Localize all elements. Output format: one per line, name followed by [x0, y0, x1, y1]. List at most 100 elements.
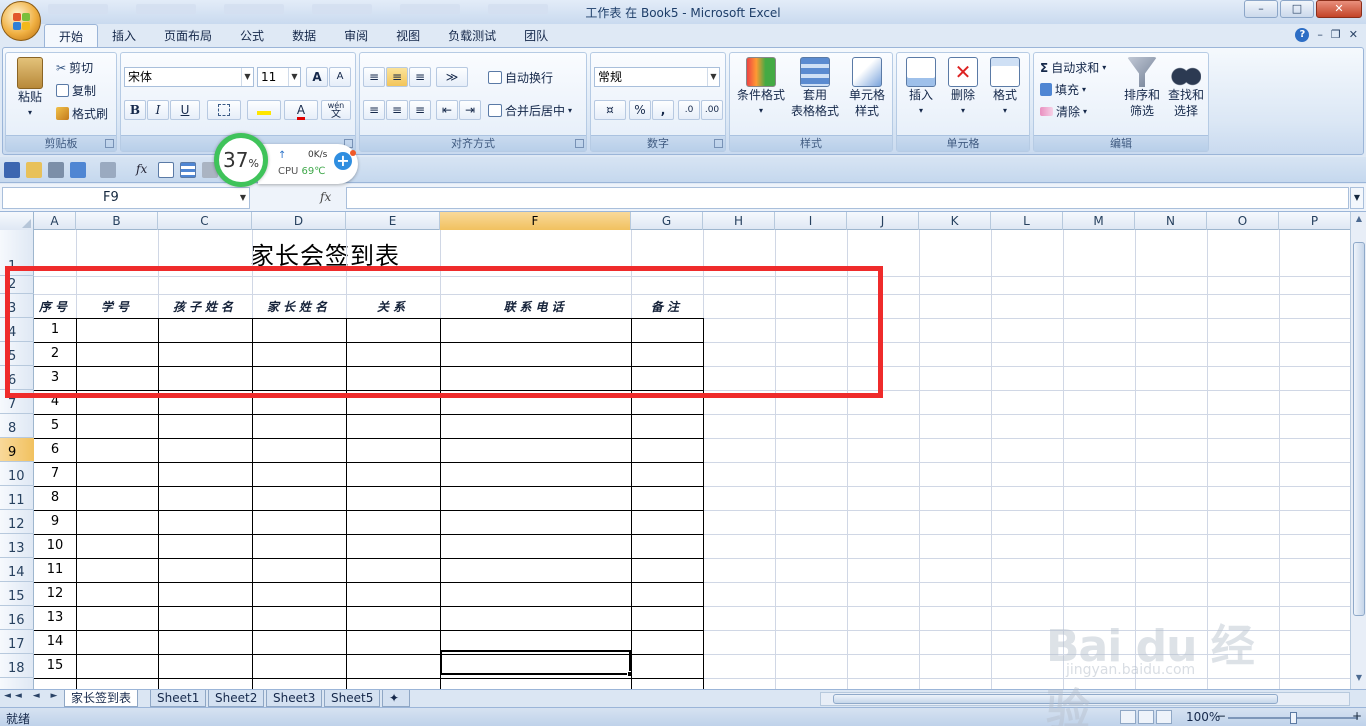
row-header-16[interactable]: 16 [0, 606, 34, 630]
tab-team[interactable]: 团队 [510, 24, 562, 48]
delete-cells-button[interactable]: ✕ 删除 ▾ [943, 57, 983, 119]
borders-button[interactable] [207, 100, 241, 120]
formula-input[interactable] [346, 187, 1349, 209]
column-header-j[interactable]: J [847, 212, 919, 230]
insert-function-icon[interactable]: fx [136, 162, 152, 178]
merge-center-button[interactable]: 合并后居中 ▾ [488, 102, 572, 119]
print-preview-icon[interactable] [48, 162, 64, 178]
cpu-monitor-widget[interactable]: ↑ 0K/s CPU 69℃ + 37% [214, 133, 358, 187]
fill-color-button[interactable] [247, 100, 281, 120]
font-size-combo[interactable]: 11 ▼ [257, 67, 301, 87]
decrease-decimal-button[interactable]: .00 [701, 100, 723, 120]
help-icon[interactable]: ? [1295, 28, 1310, 42]
serial-cell[interactable]: 5 [34, 418, 76, 433]
serial-cell[interactable]: 8 [34, 490, 76, 505]
paste-button[interactable]: 粘贴 ▾ [12, 57, 48, 121]
column-header-d[interactable]: D [252, 212, 346, 230]
shrink-font-button[interactable]: A [329, 67, 351, 87]
row-header-12[interactable]: 12 [0, 510, 34, 534]
sheet-tab-parent-signin[interactable]: 家长签到表 [64, 690, 139, 707]
percent-button[interactable]: % [629, 100, 651, 120]
copy-button[interactable]: 复制 [56, 82, 96, 99]
row-header-14[interactable]: 14 [0, 558, 34, 582]
row-header-17[interactable]: 17 [0, 630, 34, 654]
grow-font-button[interactable]: A [306, 67, 328, 87]
name-box[interactable]: F9 ▼ [2, 187, 250, 209]
ribbon-minimize-icon[interactable]: – [1317, 28, 1323, 42]
row-header-9[interactable]: 9 [0, 438, 34, 462]
tab-home[interactable]: 开始 [44, 24, 99, 48]
draw-icon[interactable] [100, 162, 116, 178]
serial-cell[interactable]: 13 [34, 610, 76, 625]
italic-button[interactable]: I [147, 100, 169, 120]
column-header-f[interactable]: F [440, 212, 631, 230]
column-header-p[interactable]: P [1279, 212, 1350, 230]
serial-cell[interactable]: 14 [34, 634, 76, 649]
restore-button[interactable]: □ [1280, 0, 1314, 18]
column-header-k[interactable]: K [919, 212, 991, 230]
insert-cells-button[interactable]: 插入 ▾ [901, 57, 941, 119]
tab-data[interactable]: 数据 [278, 24, 330, 48]
column-header-g[interactable]: G [631, 212, 703, 230]
increase-decimal-button[interactable]: .0 [678, 100, 700, 120]
align-center-button[interactable]: ≡ [386, 100, 408, 120]
row-header-11[interactable]: 11 [0, 486, 34, 510]
format-cells-button[interactable]: 格式 ▾ [985, 57, 1025, 119]
orientation-button[interactable]: ≫ [436, 67, 468, 87]
row-header-18[interactable]: 18 [0, 654, 34, 678]
insert-function-button[interactable]: fx [320, 190, 331, 204]
vertical-scrollbar[interactable]: ▲ ▼ [1350, 212, 1366, 689]
plus-icon[interactable]: + [334, 152, 352, 170]
serial-cell[interactable]: 9 [34, 514, 76, 529]
ribbon-close-icon[interactable]: ✕ [1349, 28, 1358, 42]
wrap-text-button[interactable]: 自动换行 [488, 69, 553, 86]
ribbon-restore-icon[interactable]: ❐ [1331, 28, 1341, 42]
comma-button[interactable]: , [652, 100, 674, 120]
minimize-button[interactable]: – [1244, 0, 1278, 18]
table-icon[interactable] [158, 162, 174, 178]
number-launcher-icon[interactable] [714, 139, 723, 148]
align-top-button[interactable]: ≡ [363, 67, 385, 87]
row-header-8[interactable]: 8 [0, 414, 34, 438]
list-icon[interactable] [180, 162, 196, 178]
underline-button[interactable]: U [170, 100, 200, 120]
sheet-tab-sheet1[interactable]: Sheet1 [150, 690, 207, 707]
serial-cell[interactable]: 10 [34, 538, 76, 553]
autosum-button[interactable]: Σ 自动求和 ▾ [1040, 59, 1106, 76]
fill-button[interactable]: 填充 ▾ [1040, 81, 1086, 98]
column-header-a[interactable]: A [34, 212, 76, 230]
align-middle-button[interactable]: ≡ [386, 67, 408, 87]
increase-indent-button[interactable]: ⇥ [459, 100, 481, 120]
sort-filter-button[interactable]: 排序和 筛选 [1120, 57, 1164, 119]
column-header-c[interactable]: C [158, 212, 252, 230]
zoom-slider-thumb[interactable] [1290, 712, 1297, 724]
column-header-o[interactable]: O [1207, 212, 1279, 230]
column-header-b[interactable]: B [76, 212, 158, 230]
scroll-down-icon[interactable]: ▼ [1353, 673, 1365, 687]
cell-styles-button[interactable]: 单元格 样式 [842, 57, 892, 119]
cut-button[interactable]: ✂ 剪切 [56, 59, 93, 76]
tab-load-test[interactable]: 负载测试 [434, 24, 510, 48]
chevron-down-icon[interactable]: ▼ [1350, 187, 1364, 209]
font-color-button[interactable]: A [284, 100, 318, 120]
clipboard-launcher-icon[interactable] [105, 139, 114, 148]
align-bottom-button[interactable]: ≡ [409, 67, 431, 87]
tab-review[interactable]: 审阅 [330, 24, 382, 48]
font-name-combo[interactable]: 宋体 ▼ [124, 67, 254, 87]
row-header-10[interactable]: 10 [0, 462, 34, 486]
select-all-button[interactable] [0, 212, 34, 230]
row-header-13[interactable]: 13 [0, 534, 34, 558]
serial-cell[interactable]: 12 [34, 586, 76, 601]
bold-button[interactable]: B [124, 100, 146, 120]
column-header-i[interactable]: I [775, 212, 847, 230]
find-select-button[interactable]: 查找和 选择 [1164, 57, 1208, 119]
zoom-in-button[interactable]: + [1352, 709, 1362, 723]
column-header-e[interactable]: E [346, 212, 440, 230]
alignment-launcher-icon[interactable] [575, 139, 584, 148]
column-header-m[interactable]: M [1063, 212, 1135, 230]
insert-sheet-icon[interactable]: ✦ [382, 690, 410, 707]
scroll-up-icon[interactable]: ▲ [1353, 214, 1365, 228]
serial-cell[interactable]: 11 [34, 562, 76, 577]
serial-cell[interactable]: 15 [34, 658, 76, 673]
number-format-combo[interactable]: 常规 ▼ [594, 67, 720, 87]
